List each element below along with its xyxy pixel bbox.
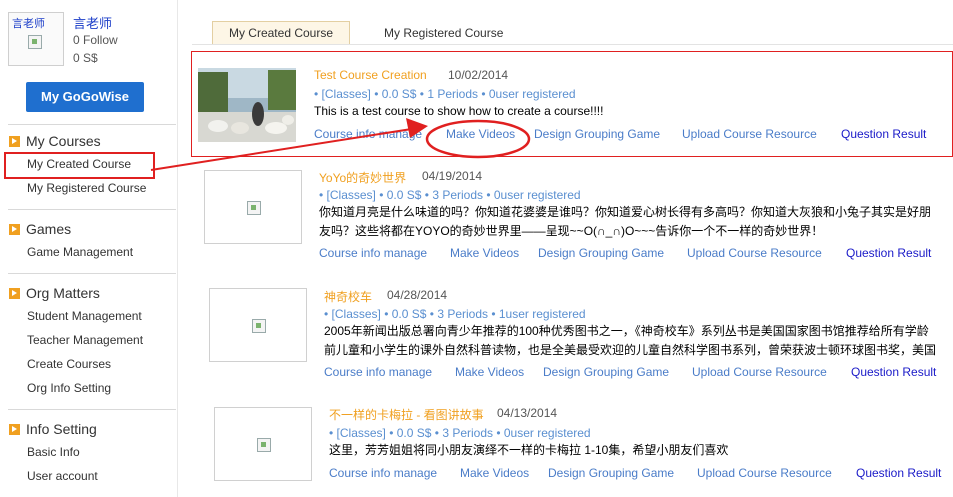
annotation-arrow (150, 127, 419, 171)
annotation-overlay (150, 118, 531, 171)
annotation-arrowhead (406, 118, 428, 138)
annotation-ellipse (425, 119, 531, 159)
